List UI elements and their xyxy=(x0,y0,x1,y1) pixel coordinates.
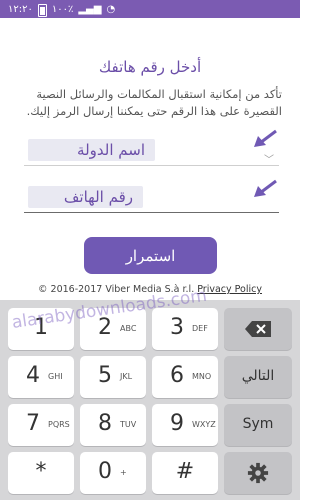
settings-key[interactable] xyxy=(224,452,292,494)
status-icons: ١٢:٢٠ ١٠٠٪ ▂▄▆ ◔ xyxy=(8,3,116,17)
battery-icon xyxy=(37,4,47,17)
continue-button[interactable]: استمرار xyxy=(84,237,217,274)
chevron-down-icon: ﹀ xyxy=(264,155,274,166)
status-bar: ١٢:٢٠ ١٠٠٪ ▂▄▆ ◔ xyxy=(0,0,300,18)
wifi-icon: ◔ xyxy=(106,4,116,15)
key-4[interactable]: 4 GHI xyxy=(8,356,74,398)
key-star[interactable]: * xyxy=(8,452,74,494)
arrow-pointer-icon xyxy=(254,129,277,147)
phone-number-placeholder: رقم الهاتف xyxy=(28,186,143,208)
key-2[interactable]: 2 ABC xyxy=(80,308,146,350)
page-title: أدخل رقم هاتفك xyxy=(98,58,202,76)
copyright-text: © 2016-2017 Viber Media S.à r.l. xyxy=(38,284,195,295)
key-6[interactable]: 6 MNO xyxy=(152,356,218,398)
battery-percent: ١٠٠٪ xyxy=(51,4,74,15)
key-1[interactable]: 1 xyxy=(8,308,74,350)
key-9[interactable]: 9 WXYZ xyxy=(152,404,218,446)
phone-number-field[interactable]: رقم الهاتف xyxy=(24,182,279,213)
key-5[interactable]: 5 JKL xyxy=(80,356,146,398)
key-3[interactable]: 3 DEF xyxy=(152,308,218,350)
key-8[interactable]: 8 TUV xyxy=(80,404,146,446)
country-select[interactable]: اسم الدولة ﹀ xyxy=(24,135,279,166)
country-select-value: اسم الدولة xyxy=(28,139,155,161)
key-7[interactable]: 7 PQRS xyxy=(8,404,74,446)
footer: © 2016-2017 Viber Media S.à r.l. Privacy… xyxy=(0,284,300,295)
key-0[interactable]: 0 + xyxy=(80,452,146,494)
sym-key[interactable]: Sym xyxy=(224,404,292,446)
privacy-policy-link[interactable]: Privacy Policy xyxy=(197,284,262,295)
time: ١٢:٢٠ xyxy=(8,4,33,15)
gear-icon xyxy=(247,462,269,484)
numeric-keyboard: 1 2 ABC 3 DEF 4 GHI 5 JKL 6 MNO التالي 7… xyxy=(0,300,300,500)
instruction-text: تأكد من إمكانية استقبال المكالمات والرسا… xyxy=(26,87,282,118)
backspace-key[interactable] xyxy=(224,308,292,350)
signal-icon: ▂▄▆ xyxy=(78,4,102,15)
backspace-icon xyxy=(245,321,271,337)
next-key[interactable]: التالي xyxy=(224,356,292,398)
key-hash[interactable]: # xyxy=(152,452,218,494)
arrow-pointer-icon xyxy=(254,179,277,197)
